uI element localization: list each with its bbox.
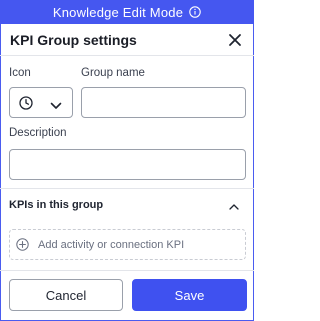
chevron-up-icon[interactable] — [228, 199, 240, 210]
group-name-input[interactable] — [81, 87, 246, 118]
dialog-title: KPI Group settings — [10, 32, 137, 48]
close-icon[interactable] — [226, 31, 244, 49]
description-label: Description — [9, 127, 67, 139]
kpis-section-title: KPIs in this group — [9, 199, 104, 211]
add-kpi-label: Add activity or connection KPI — [38, 238, 185, 251]
save-button[interactable]: Save — [132, 279, 247, 311]
dialog-header: KPI Group settings — [0, 24, 254, 56]
plus-circle-icon — [16, 238, 29, 251]
footer-divider — [0, 270, 254, 271]
cancel-button[interactable]: Cancel — [9, 279, 123, 311]
mode-bar-text: Knowledge Edit Mode — [52, 4, 184, 20]
group-name-label: Group name — [81, 67, 145, 79]
knowledge-edit-mode-banner: Knowledge Edit Mode — [0, 0, 254, 24]
clock-icon — [19, 96, 33, 110]
section-divider — [0, 188, 254, 189]
info-icon[interactable] — [189, 6, 201, 18]
icon-select-dropdown[interactable] — [9, 87, 73, 118]
chevron-down-icon — [50, 98, 62, 109]
add-kpi-button[interactable]: Add activity or connection KPI — [9, 229, 246, 260]
icon-label: Icon — [9, 67, 31, 79]
description-input[interactable] — [9, 149, 246, 180]
